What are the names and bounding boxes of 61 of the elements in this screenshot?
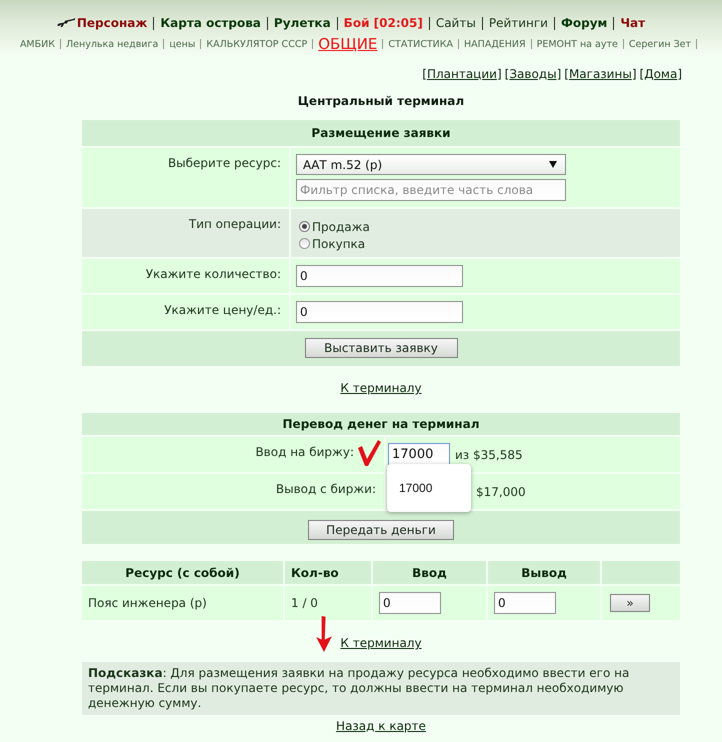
nav-link[interactable]: АМБИК [20,38,56,50]
hint-text: Подсказка: Для размещения заявки на продажу ресурса необходимо ввести его на терминал. Если вы покупаете ресурс, то должны ввести на терминал необходимую денежную сумму. [82,662,680,715]
quick-link[interactable]: [Заводы] [504,67,562,81]
back-to-map-link[interactable]: Назад к карте [336,719,426,733]
nav-link[interactable]: НАПАДЕНИЯ [464,38,526,50]
nav-link[interactable]: Бой [02:05] [344,16,423,30]
filter-field[interactable]: Фильтр списка, введите часть слова [296,179,566,201]
nav-link[interactable]: Рулетка [274,16,331,30]
nav-link[interactable]: Персонаж [76,16,148,30]
nav-link[interactable]: Рейтинги [488,16,548,30]
field-label: Тип операции: [82,209,289,257]
submit-order-button[interactable]: Выставить заявку [304,338,458,358]
column-header: Ввод [373,561,486,584]
nav-link[interactable]: РЕМОНТ на ауте [536,38,618,50]
quantity-field[interactable]: 0 [296,265,463,287]
column-header: Вывод [488,561,600,584]
terminal-link[interactable]: К терминалу [340,636,422,650]
transfer-button[interactable]: » [610,594,650,612]
nav-link[interactable]: Серегин Зет [628,38,692,50]
radio-label[interactable]: Покупка [312,236,366,250]
radio-label[interactable]: Продажа [312,220,370,234]
deposit-amount-field[interactable]: 0 [379,592,441,614]
radio-button[interactable] [299,238,310,249]
withdraw-amount-field[interactable]: 0 [494,592,556,614]
quick-link[interactable]: [Магазины] [564,67,636,81]
field-label: Укажите количество: [82,259,289,293]
resource-select[interactable]: ААТ m.52 (р) [296,154,566,175]
section-header: Перевод денег на терминал [82,413,680,435]
nav-link[interactable]: КАЛЬКУЛЯТОР СССР [206,38,308,50]
table-cell: 1 / 0 [285,586,371,620]
price-field[interactable]: 0 [296,301,463,323]
autocomplete-option[interactable]: 17000 [387,481,432,495]
nav-link[interactable]: Чат [620,16,646,30]
field-label: Укажите цену/ед.: [82,295,289,329]
field-label: Ввод на биржу: [255,445,354,459]
field-label: Выберите ресурс: [82,148,289,207]
nav-link[interactable]: СТАТИСТИКА [388,38,454,50]
radio-button[interactable] [299,221,310,232]
deposit-field[interactable]: 17000 [388,443,450,466]
nav-link[interactable]: ОБЩИЕ [318,35,378,53]
caret-icon [549,161,557,168]
balance-text: из $35,585 [455,448,523,462]
down-arrow-icon [314,616,334,652]
table-cell: Пояс инженера (р) [82,586,283,620]
balance-text: $17,000 [476,484,526,498]
quick-link[interactable]: [Дома] [640,67,682,81]
transfer-money-button[interactable]: Передать деньги [308,520,454,540]
check-mark-icon [356,439,382,467]
nav-link[interactable]: Карта острова [160,16,261,30]
field-label: Вывод с биржи: [276,482,376,496]
quick-link[interactable]: [Плантации] [422,67,502,81]
nav-link[interactable]: Ленулька недвига [66,38,158,50]
section-header: Размещение заявки [82,120,680,146]
nav-link[interactable]: Форум [560,16,608,30]
rifle-icon [56,18,75,28]
column-header: Кол-во [285,561,371,584]
nav-link[interactable]: Сайты [436,16,476,30]
column-header: Ресурс (с собой) [82,561,283,584]
nav-link[interactable]: цены [169,38,196,50]
terminal-link[interactable]: К терминалу [340,381,422,395]
page-title: Центральный терминал [298,94,464,108]
